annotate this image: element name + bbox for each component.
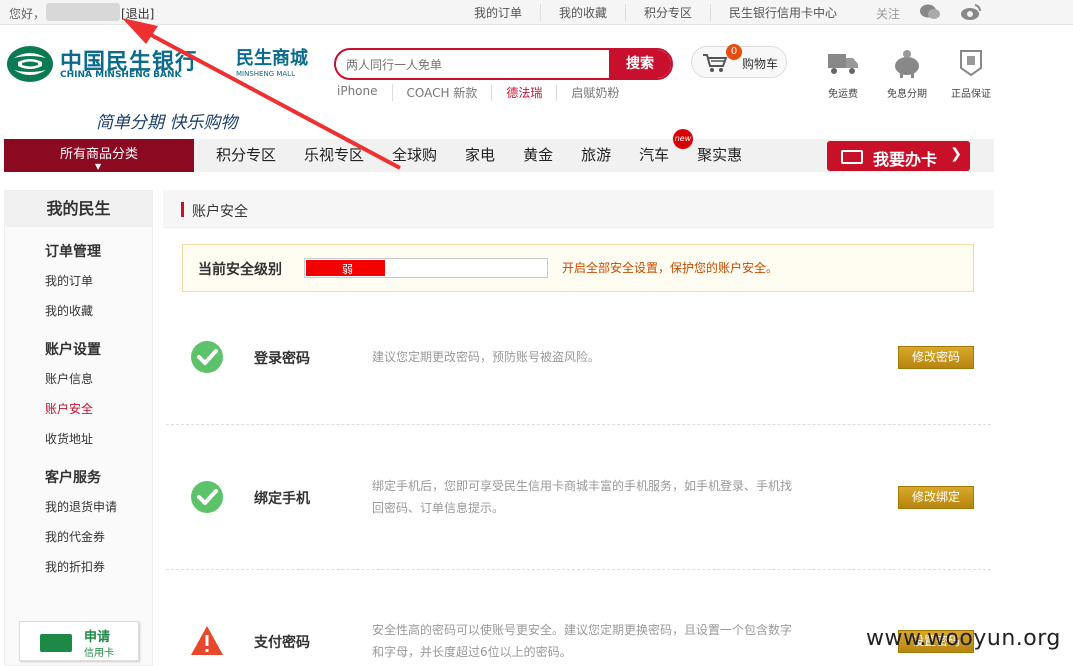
- weibo-icon[interactable]: [960, 3, 982, 21]
- feature-label: 免运费: [828, 89, 858, 100]
- truck-icon: [828, 54, 858, 74]
- follow-label: 关注: [876, 7, 901, 21]
- greeting-text: 您好，: [9, 7, 46, 21]
- sidebar-item-account-security[interactable]: 账户安全: [45, 400, 93, 417]
- security-level-label: 当前安全级别: [198, 262, 282, 278]
- main-content: 账户安全 当前安全级别 弱 开启全部安全设置，保护您的账户安全。 登录密码 建议…: [163, 190, 994, 666]
- nav-item[interactable]: 旅游: [581, 139, 611, 172]
- watermark: www.wooyun.org: [866, 626, 1061, 651]
- apply-credit-card-banner[interactable]: 申请 信用卡: [19, 621, 139, 661]
- apply-card-label: 我要办卡: [873, 150, 938, 169]
- section-marker: [181, 202, 184, 217]
- bank-name-en: CHINA MINSHENG BANK: [60, 70, 182, 80]
- all-categories-label: 所有商品分类: [59, 147, 138, 162]
- check-circle-icon: [191, 481, 223, 513]
- page-title: 账户安全: [192, 204, 248, 220]
- main-nav: 所有商品分类 ▼ 积分专区 乐视专区 全球购 家电 黄金 旅游 汽车 聚实惠 n…: [4, 129, 994, 172]
- search-box: 搜索: [334, 48, 673, 80]
- top-link-orders[interactable]: 我的订单: [456, 4, 542, 21]
- row-title: 支付密码: [254, 635, 310, 651]
- cart-icon: [703, 54, 728, 72]
- sidebar-title: 我的民生: [5, 191, 152, 227]
- site-header: 中国民生银行 CHINA MINSHENG BANK 民生商城 MINSHENG…: [0, 26, 1073, 138]
- nav-item[interactable]: 黄金: [523, 139, 553, 172]
- top-link-card-center[interactable]: 民生银行信用卡中心: [711, 4, 855, 21]
- apply-line2: 信用卡: [84, 648, 114, 659]
- security-level-panel: 当前安全级别 弱 开启全部安全设置，保护您的账户安全。: [182, 244, 974, 292]
- nav-item[interactable]: 家电: [465, 139, 495, 172]
- sidebar-item-my-orders[interactable]: 我的订单: [45, 272, 93, 289]
- nav-item[interactable]: 聚实惠: [697, 139, 742, 172]
- genuine-badge-icon: [960, 50, 982, 77]
- row-title: 登录密码: [254, 351, 310, 367]
- sidebar-item-coupons[interactable]: 我的折扣券: [45, 558, 105, 575]
- sidebar-item-my-favorites[interactable]: 我的收藏: [45, 302, 93, 319]
- username-redacted: [46, 3, 120, 21]
- search-button[interactable]: 搜索: [609, 50, 671, 78]
- security-level-fill: 弱: [306, 260, 385, 276]
- row-description: 安全性高的密码可以使账号更安全。建议您定期更换密码，且设置一个包含数字和字母，并…: [372, 623, 793, 659]
- security-tip: 开启全部安全设置，保护您的账户安全。: [562, 261, 779, 275]
- hotword-link[interactable]: 德法瑞: [506, 84, 558, 101]
- feature-label: 免息分期: [887, 89, 927, 100]
- wechat-icon[interactable]: [919, 3, 941, 21]
- apply-line1: 申请: [84, 630, 111, 645]
- row-description: 建议您定期更改密码，预防账号被盗风险。: [372, 350, 601, 364]
- section-header: 账户安全: [163, 190, 994, 228]
- search-input[interactable]: [346, 56, 606, 74]
- hotword-link[interactable]: COACH 新款: [407, 84, 493, 101]
- row-divider: [166, 569, 991, 570]
- security-level-meter: 弱: [304, 258, 548, 278]
- cart-label: 购物车: [742, 57, 779, 71]
- sidebar-item-account-info[interactable]: 账户信息: [45, 370, 93, 387]
- row-divider: [166, 424, 991, 425]
- nav-item[interactable]: 乐视专区: [304, 139, 364, 172]
- hotword-link[interactable]: 启赋奶粉: [571, 84, 633, 101]
- logout-link[interactable]: [退出]: [121, 5, 154, 22]
- feature-free-shipping: 免运费: [818, 48, 868, 100]
- card-icon: [841, 150, 863, 164]
- sidebar-group-service: 客户服务: [45, 470, 101, 486]
- credit-card-icon: [40, 634, 72, 652]
- sidebar-item-vouchers[interactable]: 我的代金券: [45, 528, 105, 545]
- apply-card-button[interactable]: 我要办卡 ❯: [827, 141, 970, 171]
- top-bar: 您好， [退出] 我的订单 我的收藏 积分专区 民生银行信用卡中心 关注: [0, 0, 1073, 25]
- sidebar-group-account: 账户设置: [45, 342, 101, 358]
- new-badge: new: [673, 129, 693, 149]
- sidebar-group-orders: 订单管理: [45, 244, 101, 260]
- minsheng-logo-icon: [7, 46, 53, 82]
- mall-name-en: MINSHENG MALL: [236, 70, 295, 78]
- row-description: 绑定手机后，您即可享受民生信用卡商城丰富的手机服务，如手机登录、手机找回密码、订…: [372, 479, 793, 515]
- top-link-favorites[interactable]: 我的收藏: [541, 4, 627, 21]
- change-password-button[interactable]: 修改密码: [898, 346, 974, 369]
- nav-item[interactable]: 汽车: [639, 139, 669, 172]
- feature-genuine: 正品保证: [946, 48, 996, 100]
- security-level-value: 弱: [342, 263, 353, 276]
- nav-item[interactable]: 全球购: [392, 139, 437, 172]
- all-categories-button[interactable]: 所有商品分类 ▼: [4, 139, 194, 172]
- feature-label: 正品保证: [951, 89, 991, 100]
- row-title: 绑定手机: [254, 491, 310, 507]
- check-circle-icon: [191, 341, 223, 373]
- cart-count-badge: 0: [726, 44, 742, 60]
- chevron-right-icon: ❯: [950, 146, 962, 162]
- warning-icon: [191, 626, 223, 655]
- feature-free-installment: 免息分期: [882, 48, 932, 100]
- mall-name-cn: 民生商城: [236, 48, 308, 69]
- sidebar: 我的民生 订单管理 我的订单 我的收藏 账户设置 账户信息 账户安全 收货地址 …: [4, 190, 153, 666]
- hot-keywords: iPhone COACH 新款 德法瑞 启赋奶粉: [337, 84, 647, 101]
- top-links: 我的订单 我的收藏 积分专区 民生银行信用卡中心: [456, 4, 855, 21]
- sidebar-item-address[interactable]: 收货地址: [45, 430, 93, 447]
- slogan: 简单分期 快乐购物: [96, 113, 238, 133]
- sidebar-item-returns[interactable]: 我的退货申请: [45, 498, 117, 515]
- chevron-down-icon: ▼: [95, 162, 102, 171]
- piggy-bank-icon: [895, 50, 919, 78]
- cart-button[interactable]: 0 购物车: [691, 44, 787, 78]
- top-link-points[interactable]: 积分专区: [626, 4, 712, 21]
- hotword-link[interactable]: iPhone: [337, 84, 393, 101]
- change-binding-button[interactable]: 修改绑定: [898, 486, 974, 509]
- nav-item[interactable]: 积分专区: [216, 139, 276, 172]
